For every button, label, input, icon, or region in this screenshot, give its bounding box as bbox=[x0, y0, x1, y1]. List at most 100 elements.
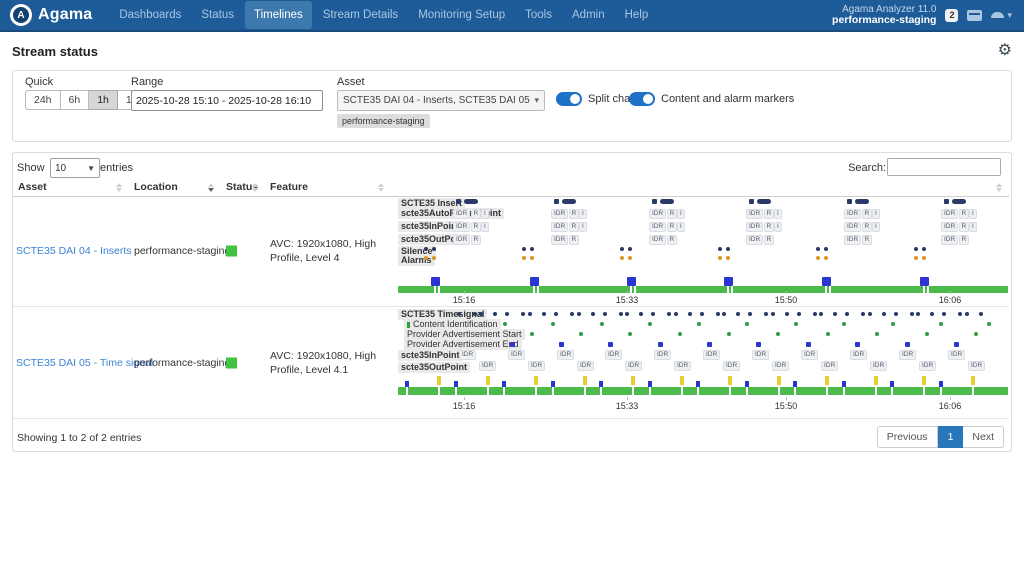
nav-item-tools[interactable]: Tools bbox=[516, 1, 561, 29]
next-page-button[interactable]: Next bbox=[963, 426, 1004, 448]
frame-badge: IDR bbox=[551, 209, 568, 219]
timeline-chart-inserts[interactable]: SCTE35 Insertscte35AutoReturnPointscte35… bbox=[398, 196, 1008, 306]
event-dot bbox=[794, 322, 798, 326]
stream-table-panel: Show 10 ▼ entries Search: Asset Location… bbox=[12, 152, 1012, 452]
quick-button-1h[interactable]: 1h bbox=[89, 90, 118, 110]
event-dot bbox=[868, 312, 872, 316]
chevron-down-icon: ▾ bbox=[1007, 10, 1012, 21]
event-dot bbox=[745, 322, 749, 326]
frame-badge: IDR bbox=[528, 361, 545, 371]
quick-button-6h[interactable]: 6h bbox=[61, 90, 90, 110]
nav-item-monitoring-setup[interactable]: Monitoring Setup bbox=[409, 1, 514, 29]
frame-badge: IDR bbox=[870, 361, 887, 371]
notification-badge[interactable]: 2 bbox=[945, 9, 958, 22]
user-menu[interactable]: ▾ bbox=[991, 10, 1012, 21]
column-header-feature[interactable]: Feature bbox=[270, 181, 308, 193]
event-tick bbox=[486, 376, 490, 385]
event-square bbox=[905, 342, 910, 347]
event-dot bbox=[922, 256, 926, 260]
insert-marker bbox=[944, 199, 949, 204]
sort-icon-asset[interactable] bbox=[116, 183, 122, 192]
asset-select[interactable]: SCTE35 DAI 04 - Inserts, SCTE35 DAI 05 -… bbox=[337, 90, 545, 111]
event-dot bbox=[958, 312, 962, 316]
event-dot bbox=[424, 256, 428, 260]
bar-gap bbox=[535, 387, 537, 395]
frame-badge: R bbox=[764, 222, 775, 232]
main-menu: DashboardsStatusTimelinesStream DetailsM… bbox=[110, 1, 657, 29]
event-square bbox=[559, 342, 564, 347]
sort-icon-location[interactable] bbox=[208, 183, 214, 192]
insert-marker bbox=[855, 199, 869, 204]
bar-gap bbox=[972, 387, 974, 395]
page-1-button[interactable]: 1 bbox=[938, 426, 964, 448]
column-header-location[interactable]: Location bbox=[134, 181, 178, 193]
split-chart-toggle[interactable] bbox=[556, 92, 582, 106]
top-navbar: A Agama DashboardsStatusTimelinesStream … bbox=[0, 0, 1024, 30]
settings-gear-icon[interactable]: ⚙ bbox=[998, 43, 1012, 59]
agama-logo[interactable]: A Agama bbox=[0, 4, 92, 26]
nav-item-timelines[interactable]: Timelines bbox=[245, 1, 312, 29]
previous-page-button[interactable]: Previous bbox=[877, 426, 938, 448]
frame-badge: R bbox=[471, 222, 482, 232]
content-alarm-markers-toggle[interactable] bbox=[629, 92, 655, 106]
splice-marker bbox=[530, 277, 539, 286]
event-dot bbox=[522, 247, 526, 251]
event-dot bbox=[432, 247, 436, 251]
event-dot bbox=[826, 332, 830, 336]
axis-label: 16:06 bbox=[939, 401, 962, 411]
range-label: Range bbox=[131, 76, 163, 88]
event-dot bbox=[530, 256, 534, 260]
frame-badge: R bbox=[471, 235, 482, 245]
timeline-chart-timesignal[interactable]: SCTE35 TimesignalContent IdentificationP… bbox=[398, 307, 1008, 419]
event-dot bbox=[639, 312, 643, 316]
frame-badge: IDR bbox=[577, 361, 594, 371]
bar-gap bbox=[829, 286, 831, 293]
event-dot bbox=[530, 332, 534, 336]
range-input[interactable] bbox=[131, 90, 323, 111]
panels-icon[interactable] bbox=[967, 10, 982, 21]
event-dot bbox=[600, 322, 604, 326]
insert-marker bbox=[464, 199, 478, 204]
chevron-down-icon: ▼ bbox=[87, 164, 95, 173]
quick-button-24h[interactable]: 24h bbox=[25, 90, 61, 110]
event-dot bbox=[914, 256, 918, 260]
sort-icon-status[interactable] bbox=[252, 183, 258, 192]
bar-gap bbox=[537, 286, 539, 293]
event-dot bbox=[922, 247, 926, 251]
search-input[interactable] bbox=[887, 158, 1001, 176]
event-dot bbox=[628, 332, 632, 336]
event-dot bbox=[833, 312, 837, 316]
frame-badge: IDR bbox=[821, 361, 838, 371]
environment-name: performance-staging bbox=[832, 15, 936, 26]
frame-badge: R bbox=[959, 222, 970, 232]
nav-item-admin[interactable]: Admin bbox=[563, 1, 614, 29]
event-dot bbox=[625, 312, 629, 316]
event-dot bbox=[726, 256, 730, 260]
asset-link[interactable]: SCTE35 DAI 05 - Time signal bbox=[16, 357, 153, 369]
asset-link[interactable]: SCTE35 DAI 04 - Inserts bbox=[16, 245, 132, 257]
filters-panel: Quick 24h6h1h15min Range Asset SCTE35 DA… bbox=[12, 70, 1012, 142]
nav-item-status[interactable]: Status bbox=[192, 1, 243, 29]
column-header-asset[interactable]: Asset bbox=[18, 181, 47, 193]
frame-badge: R bbox=[569, 209, 580, 219]
legend-chip: Provider Advertisement End bbox=[404, 339, 522, 350]
frame-badge: IDR bbox=[551, 222, 568, 232]
sort-icon-feature[interactable] bbox=[378, 183, 384, 192]
page-length-select[interactable]: 10 ▼ bbox=[50, 158, 100, 178]
nav-item-help[interactable]: Help bbox=[616, 1, 658, 29]
event-dot bbox=[667, 312, 671, 316]
event-dot bbox=[577, 312, 581, 316]
location-value: performance-staging bbox=[134, 357, 230, 369]
sort-icon-timeline[interactable] bbox=[996, 183, 1002, 192]
event-dot bbox=[457, 312, 461, 316]
event-dot bbox=[914, 247, 918, 251]
nav-item-dashboards[interactable]: Dashboards bbox=[110, 1, 190, 29]
feature-value: AVC: 1920x1080, High Profile, Level 4 bbox=[270, 237, 394, 265]
event-dot bbox=[824, 256, 828, 260]
event-dot bbox=[619, 312, 623, 316]
frame-badge: I bbox=[872, 222, 880, 232]
page-head: Stream status ⚙ bbox=[12, 44, 1012, 64]
nav-item-stream-details[interactable]: Stream Details bbox=[314, 1, 407, 29]
frame-badge: IDR bbox=[948, 350, 965, 360]
frame-badge: R bbox=[471, 209, 482, 219]
